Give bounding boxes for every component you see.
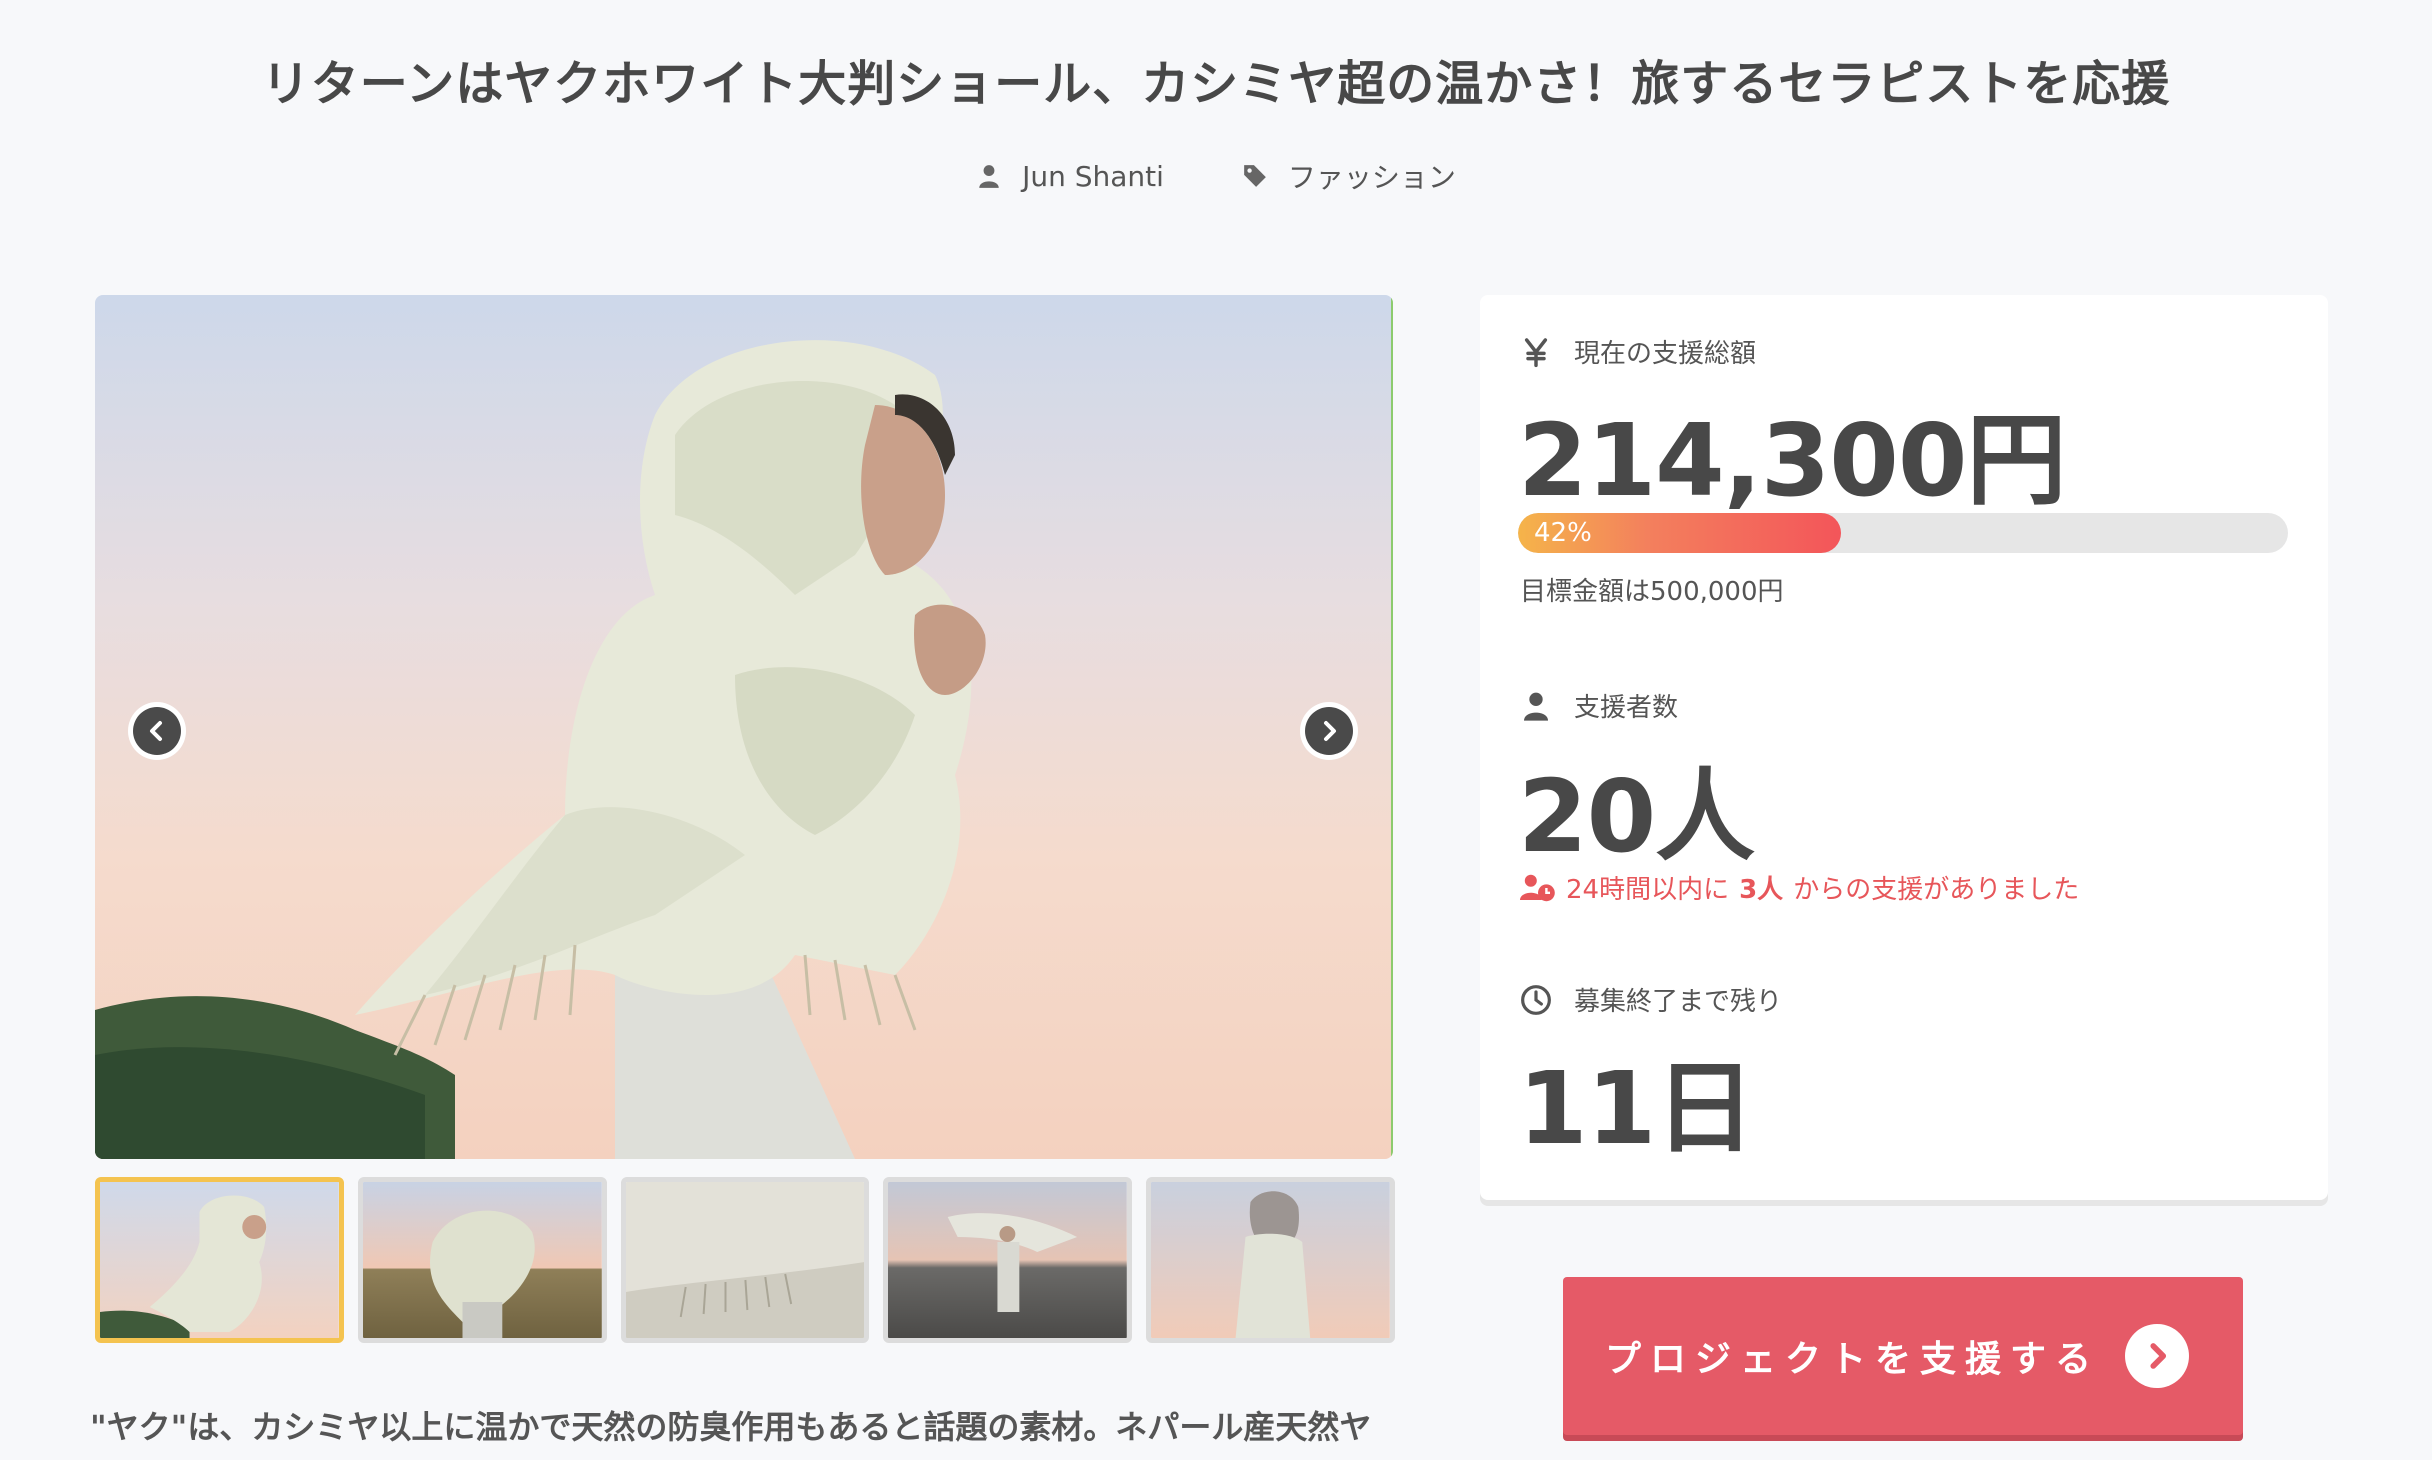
progress-bar: 42% — [1518, 513, 2288, 553]
thumbnail-image — [100, 1182, 339, 1338]
scarf-photo — [95, 295, 1393, 1159]
clock-icon — [1521, 984, 1551, 1015]
recent-count: 3人 — [1739, 875, 1784, 905]
support-project-button[interactable]: プロジェクトを支援する — [1563, 1277, 2243, 1435]
user-clock-icon — [1520, 874, 1555, 901]
user-icon — [979, 165, 999, 188]
main-image — [95, 295, 1393, 1159]
recent-support-notice: 24時間以内に 3人 からの支援がありました — [1520, 869, 2079, 906]
carousel-prev-button[interactable] — [128, 702, 186, 760]
project-title: リターンはヤクホワイト大判ショール、カシミヤ超の温かさ！旅するセラピストを応援 — [261, 56, 2171, 112]
thumbnail-strip — [95, 1177, 1395, 1343]
category-link[interactable]: ファッション — [1242, 156, 1456, 196]
author-name: Jun Shanti — [1022, 159, 1164, 193]
thumbnail-3[interactable] — [620, 1177, 870, 1343]
carousel-next-button[interactable] — [1300, 702, 1358, 760]
tag-icon — [1244, 165, 1266, 187]
total-label-row: 現在の支援総額 — [1520, 333, 1756, 370]
supporters-label: 支援者数 — [1574, 693, 1679, 723]
total-amount: 214,300円 — [1518, 402, 2066, 519]
thumbnail-image — [888, 1182, 1128, 1338]
support-button-label: プロジェクトを支援する — [1605, 1339, 2101, 1380]
author-link[interactable]: Jun Shanti — [976, 156, 1164, 196]
project-page: リターンはヤクホワイト大判ショール、カシミヤ超の温かさ！旅するセラピストを応援 … — [0, 0, 2432, 1460]
chevron-right-icon — [1305, 707, 1353, 755]
recent-prefix: 24時間以内に — [1566, 875, 1730, 905]
progress-label: 42% — [1534, 518, 1592, 548]
project-meta: Jun Shanti ファッション — [0, 156, 2432, 196]
recent-suffix: からの支援がありました — [1793, 875, 2080, 905]
total-label: 現在の支援総額 — [1574, 339, 1757, 369]
yen-icon — [1524, 337, 1548, 367]
thumbnail-image — [1151, 1182, 1390, 1338]
thumbnail-image — [625, 1182, 865, 1338]
remaining-label-row: 募集終了まで残り — [1520, 981, 1782, 1018]
chevron-right-circle-icon — [2125, 1324, 2189, 1388]
chevron-left-icon — [133, 707, 181, 755]
thumbnail-2[interactable] — [357, 1177, 607, 1343]
funding-card: 現在の支援総額 214,300円 42% 目標金額は500,000円 支援者数 … — [1480, 295, 2328, 1200]
thumbnail-1[interactable] — [95, 1177, 344, 1343]
progress-fill: 42% — [1518, 513, 1842, 553]
thumbnail-4[interactable] — [883, 1177, 1133, 1343]
thumbnail-5[interactable] — [1146, 1177, 1395, 1343]
user-icon — [1524, 692, 1548, 721]
supporters-label-row: 支援者数 — [1520, 687, 1678, 724]
category-name: ファッション — [1287, 161, 1456, 194]
remaining-label: 募集終了まで残り — [1574, 987, 1783, 1017]
target-amount: 目標金額は500,000円 — [1520, 577, 1784, 607]
supporters-count: 20人 — [1518, 758, 1755, 875]
remaining-days: 11日 — [1518, 1050, 1755, 1167]
project-description: "ヤク"は、カシミヤ以上に温かで天然の防臭作用もあると話題の素材。ネパール産天然… — [90, 1408, 1372, 1446]
thumbnail-image — [362, 1182, 602, 1338]
